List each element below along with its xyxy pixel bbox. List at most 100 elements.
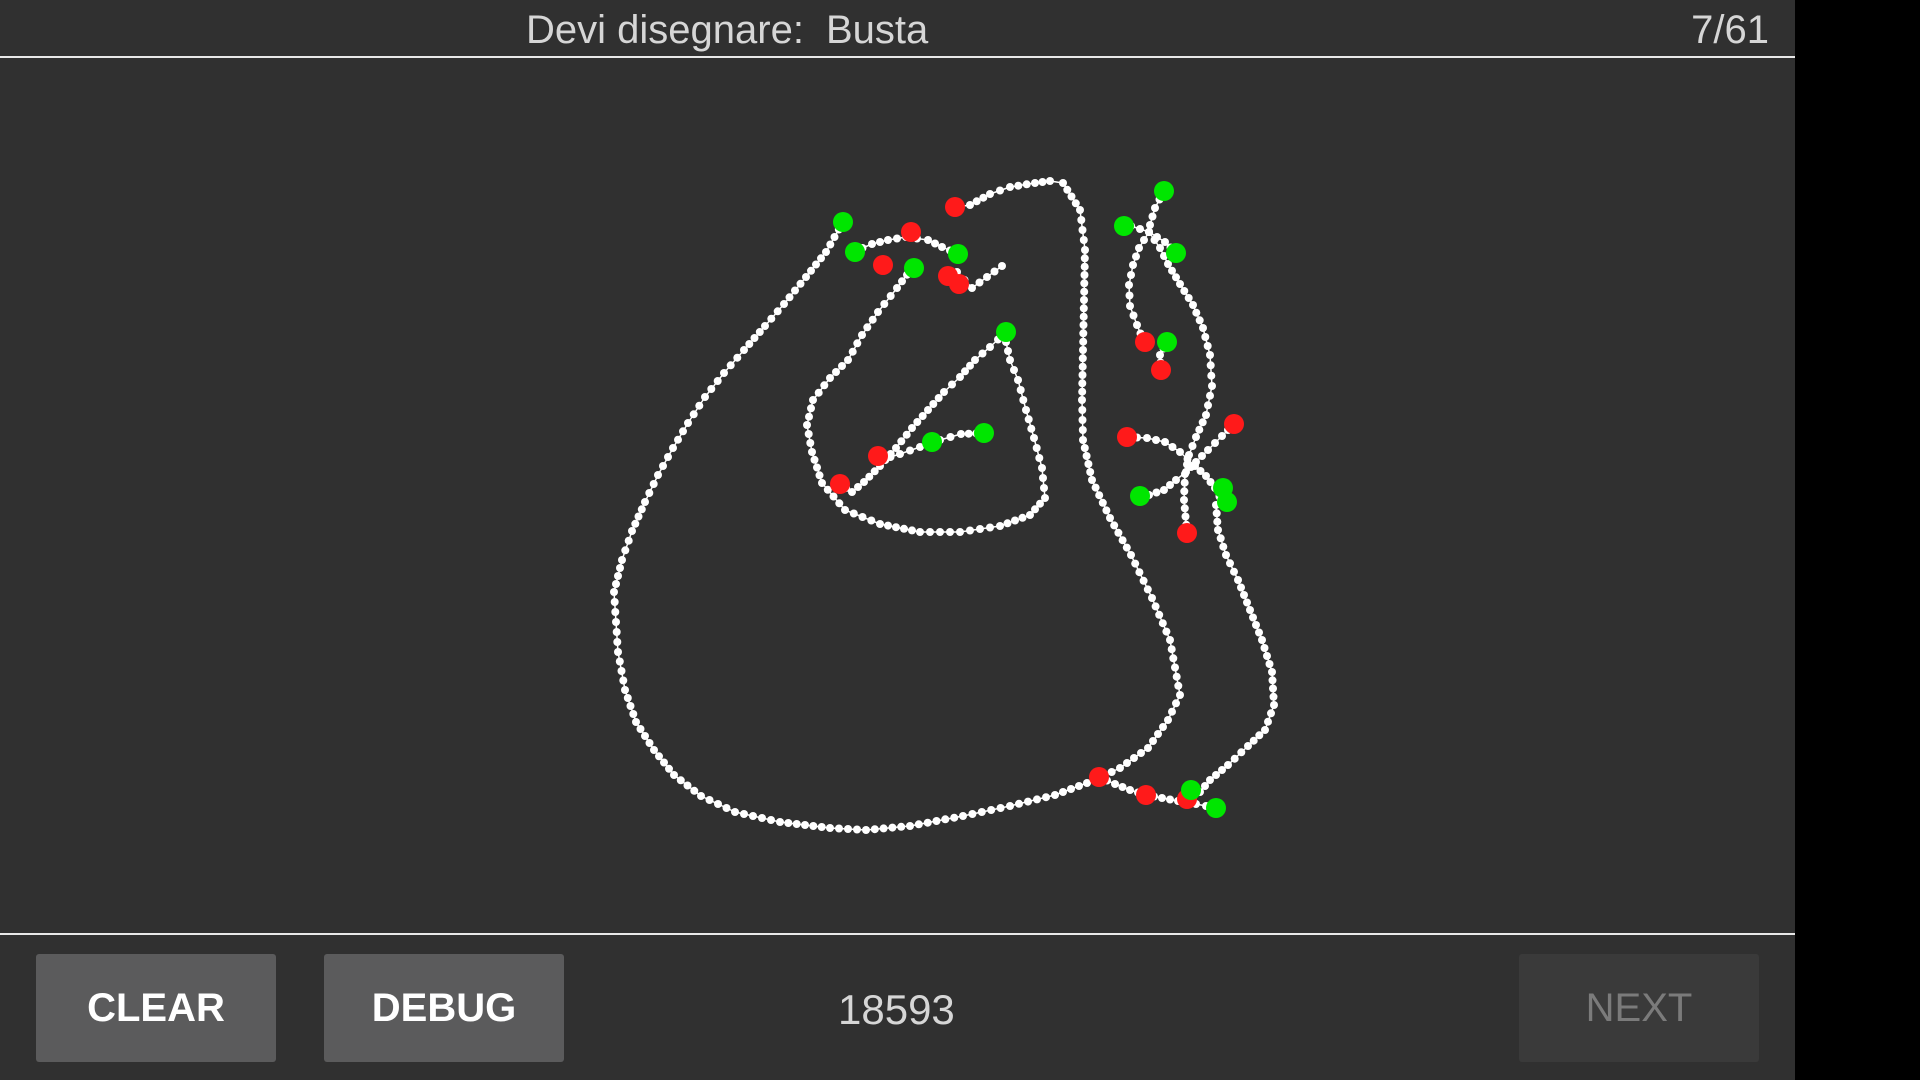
stroke-point: [906, 446, 914, 455]
stroke-point: [1155, 610, 1164, 619]
stroke-point: [813, 463, 821, 472]
stroke-point: [1067, 192, 1076, 201]
stroke-point: [664, 453, 672, 461]
stroke-point: [674, 435, 682, 444]
stroke-point: [804, 430, 813, 438]
stroke-point: [1095, 491, 1104, 500]
stroke-point: [972, 197, 981, 206]
stroke-point: [626, 702, 635, 710]
stroke-point: [1071, 199, 1080, 208]
stroke-point: [805, 412, 813, 421]
stroke-point: [1244, 742, 1252, 750]
stroke-point: [807, 266, 815, 275]
stroke-point: [884, 236, 892, 244]
stroke-point: [758, 814, 766, 822]
stroke-point: [1006, 802, 1014, 810]
stroke-point: [773, 307, 782, 316]
stroke-point: [1154, 730, 1162, 738]
stroke-point: [936, 528, 944, 536]
stroke-point: [924, 236, 932, 244]
stroke-point: [978, 349, 987, 358]
stroke-point: [707, 385, 716, 393]
stroke-point: [1176, 691, 1184, 699]
stroke-point: [1203, 342, 1212, 350]
stroke-point: [665, 764, 673, 773]
stroke-point: [1219, 542, 1228, 551]
clear-button[interactable]: CLEAR: [36, 954, 276, 1062]
stroke-point: [785, 293, 794, 302]
stroke-end-marker: [1135, 332, 1155, 352]
stroke-point: [1160, 486, 1168, 494]
stroke-point: [645, 489, 654, 497]
stroke-end-marker: [1177, 523, 1197, 543]
stroke-point: [1006, 356, 1014, 364]
stroke-end-marker: [873, 255, 893, 275]
stroke-point: [1263, 652, 1271, 660]
stroke-point: [1004, 347, 1012, 355]
stroke-point: [908, 526, 916, 535]
stroke-point: [1258, 636, 1266, 644]
footer-divider: [0, 933, 1795, 935]
stroke-point: [1019, 396, 1028, 404]
stroke-start-marker: [922, 432, 942, 452]
stroke-point: [858, 513, 867, 521]
stroke-point: [1122, 543, 1131, 552]
stroke-point: [1183, 455, 1192, 463]
stroke-point: [906, 822, 914, 830]
stroke-point: [689, 410, 698, 419]
stroke-point: [1166, 636, 1174, 644]
stroke-point: [1136, 225, 1144, 233]
drawing-canvas[interactable]: [0, 58, 1795, 933]
stroke-point: [1169, 654, 1178, 663]
stroke-point: [1080, 296, 1088, 304]
stroke-point: [1207, 371, 1216, 380]
stroke-point: [714, 800, 722, 808]
stroke-point: [858, 331, 866, 339]
stroke-point: [808, 448, 816, 456]
stroke-point: [1145, 228, 1153, 236]
stroke-point: [784, 819, 793, 827]
stroke-point: [655, 752, 663, 761]
stroke-point: [623, 694, 632, 702]
stroke-point: [1078, 406, 1087, 414]
stroke-point: [923, 818, 932, 827]
stroke-point: [817, 254, 825, 263]
stroke-point: [1078, 226, 1087, 234]
stroke-point: [900, 524, 908, 533]
stroke-point: [1135, 244, 1143, 252]
next-button[interactable]: NEXT: [1519, 954, 1759, 1062]
stroke-point: [1168, 707, 1176, 716]
stroke-point: [1030, 434, 1038, 442]
stroke-point: [1079, 346, 1087, 354]
stroke-point: [1234, 576, 1242, 584]
debug-button[interactable]: DEBUG: [324, 954, 564, 1062]
stroke-point: [918, 412, 927, 420]
stroke-line: [613, 180, 1181, 831]
stroke-point: [1014, 181, 1023, 190]
stroke-point: [1180, 496, 1188, 504]
stroke-point: [1098, 498, 1107, 507]
stroke-point: [1133, 321, 1141, 329]
stroke-point: [1032, 444, 1041, 452]
stroke-point: [1269, 692, 1278, 701]
stroke-point: [1139, 576, 1148, 585]
stroke-end-marker: [1089, 767, 1109, 787]
stroke-point: [868, 240, 876, 248]
stroke-point: [1078, 426, 1087, 434]
stroke-end-marker: [1224, 414, 1244, 434]
stroke-point: [1206, 391, 1214, 400]
stroke-point: [1080, 279, 1089, 288]
stroke-point: [1214, 526, 1222, 534]
stroke-point: [1269, 684, 1277, 693]
stroke-point: [1125, 281, 1133, 289]
stroke-point: [1014, 376, 1022, 384]
stroke-point: [863, 323, 872, 332]
stroke-point: [1144, 744, 1152, 752]
stroke-point: [830, 233, 839, 241]
stroke-point: [1243, 598, 1251, 607]
stroke-point: [722, 804, 731, 812]
stroke-point: [610, 588, 618, 596]
stroke-point: [792, 820, 801, 828]
stroke-point: [629, 710, 638, 718]
stroke-start-marker: [1114, 216, 1134, 236]
